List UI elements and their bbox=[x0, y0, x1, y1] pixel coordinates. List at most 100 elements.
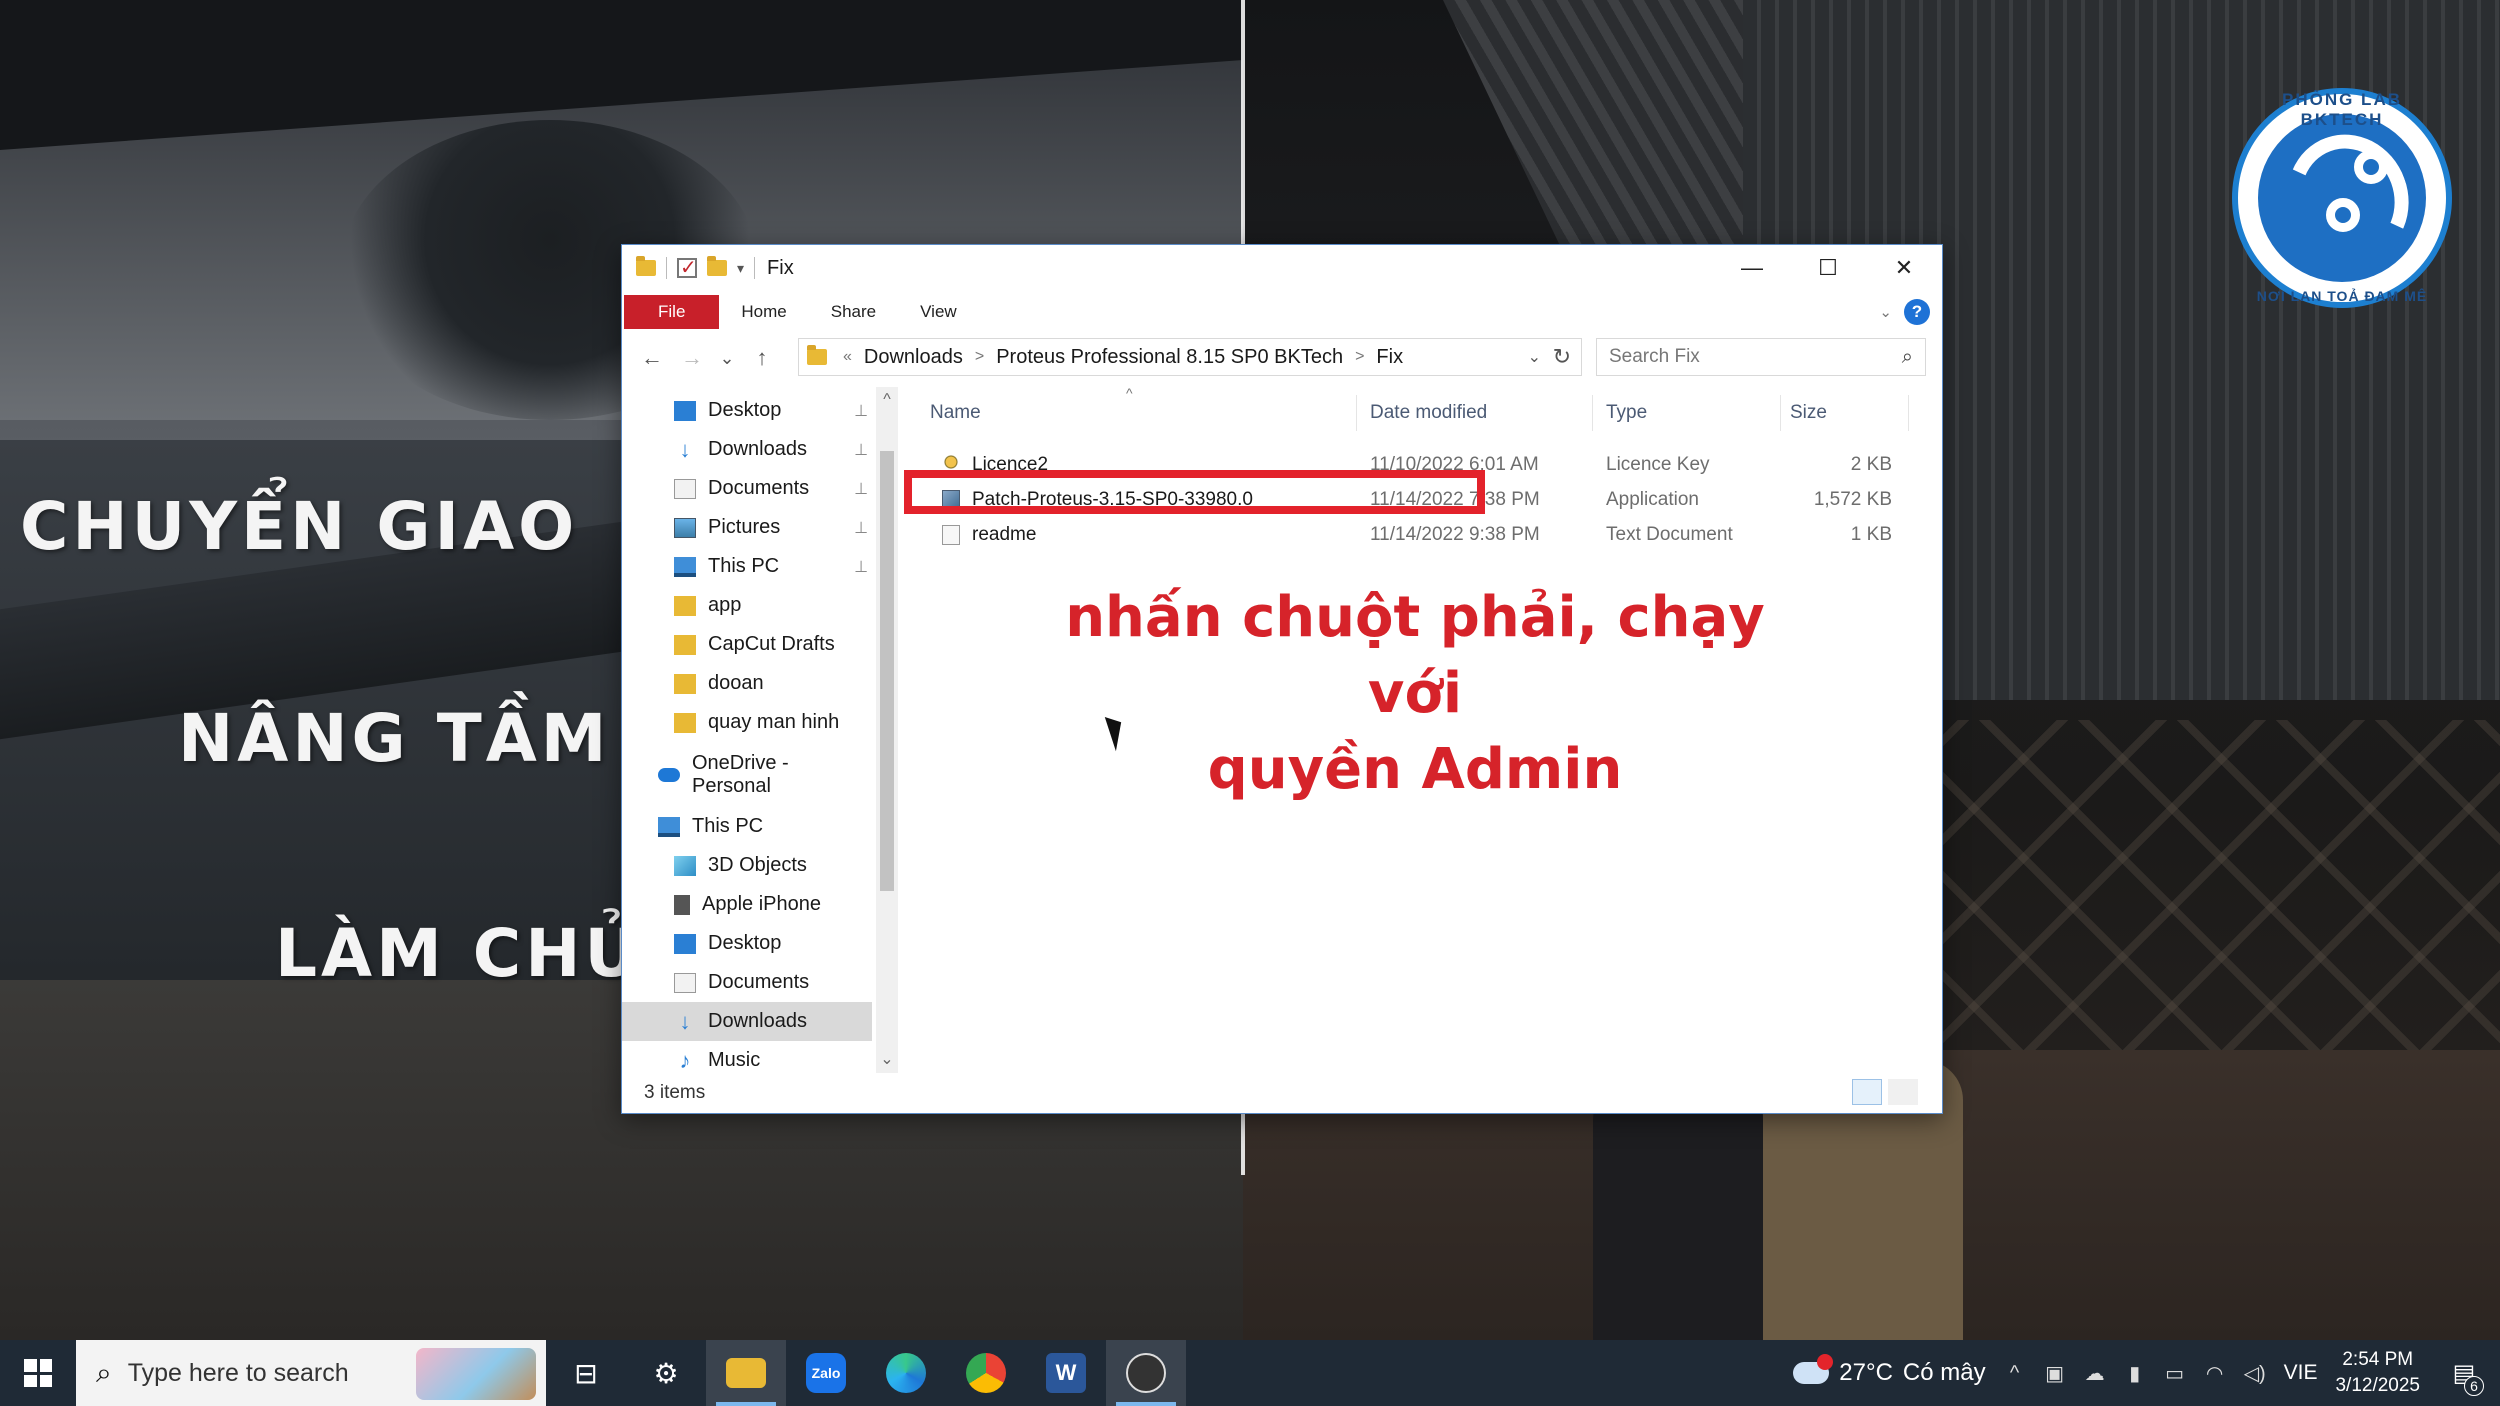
address-overflow[interactable]: « bbox=[843, 348, 852, 366]
annotation-line-2: quyền Admin bbox=[1207, 737, 1623, 802]
forward-button[interactable]: → bbox=[672, 345, 712, 371]
file-row-readme[interactable]: readme 11/14/2022 9:38 PM Text Document … bbox=[898, 517, 1944, 552]
gear-icon: ⚙ bbox=[653, 1357, 679, 1389]
nav-item-label: Pictures bbox=[708, 516, 781, 538]
microphone-icon[interactable]: ▮ bbox=[2124, 1361, 2146, 1386]
status-bar: 3 items bbox=[622, 1073, 1942, 1113]
new-folder-icon[interactable] bbox=[707, 256, 727, 276]
downloads-icon: ↓ bbox=[679, 436, 691, 462]
clock[interactable]: 2:54 PM 3/12/2025 bbox=[2335, 1347, 2420, 1399]
battery-icon[interactable]: ▭ bbox=[2164, 1361, 2186, 1386]
scroll-thumb[interactable] bbox=[880, 451, 894, 891]
file-explorer-taskbar-button[interactable] bbox=[706, 1340, 786, 1406]
column-size[interactable]: Size bbox=[1790, 393, 1827, 433]
file-type: Application bbox=[1606, 488, 1699, 510]
onedrive-tray-icon[interactable]: ☁ bbox=[2084, 1361, 2106, 1386]
nav-item-desktop[interactable]: Desktop ⊥ bbox=[622, 391, 872, 430]
folder-icon bbox=[636, 256, 656, 276]
details-view-button[interactable] bbox=[1852, 1079, 1882, 1105]
task-view-button[interactable]: ⊟ bbox=[546, 1340, 626, 1406]
nav-item-downloads[interactable]: ↓ Downloads bbox=[622, 1002, 872, 1041]
breadcrumb-separator[interactable]: > bbox=[1355, 348, 1364, 366]
breadcrumb-downloads[interactable]: Downloads bbox=[864, 346, 963, 369]
scroll-down-icon[interactable]: ⌄ bbox=[876, 1049, 898, 1069]
clock-date: 3/12/2025 bbox=[2335, 1375, 2420, 1396]
tab-share[interactable]: Share bbox=[809, 295, 898, 329]
column-date-modified[interactable]: Date modified bbox=[1370, 393, 1487, 433]
nav-item-pictures[interactable]: Pictures ⊥ bbox=[622, 508, 872, 547]
notifications-button[interactable]: ▤ 6 bbox=[2438, 1340, 2490, 1406]
taskbar-search-box[interactable]: ⌕ Type here to search bbox=[76, 1340, 546, 1406]
folder-icon bbox=[674, 595, 696, 616]
nav-item-documents[interactable]: Documents bbox=[622, 963, 872, 1002]
title-bar[interactable]: ▾ Fix — ☐ ✕ bbox=[622, 245, 1942, 291]
start-button[interactable] bbox=[0, 1340, 76, 1406]
tab-home[interactable]: Home bbox=[719, 295, 808, 329]
nav-item-capcut-drafts[interactable]: CapCut Drafts bbox=[622, 625, 872, 664]
nav-item-dooan[interactable]: dooan bbox=[622, 664, 872, 703]
properties-icon[interactable] bbox=[677, 255, 697, 280]
edge-icon bbox=[886, 1353, 926, 1393]
nav-item-this-pc[interactable]: This PC bbox=[622, 807, 872, 846]
minimize-button[interactable]: — bbox=[1714, 245, 1790, 291]
this-pc-icon bbox=[674, 556, 696, 577]
up-button[interactable]: ↑ bbox=[742, 345, 782, 371]
column-name[interactable]: Name bbox=[930, 393, 981, 433]
weather-widget[interactable]: 27°C Có mây bbox=[1793, 1354, 1986, 1387]
settings-button[interactable]: ⚙ bbox=[626, 1340, 706, 1406]
edge-taskbar-button[interactable] bbox=[866, 1340, 946, 1406]
refresh-icon[interactable]: ↻ bbox=[1553, 344, 1571, 370]
nav-pane-scrollbar[interactable]: ^ ⌄ bbox=[876, 387, 898, 1073]
chrome-icon bbox=[966, 1353, 1006, 1393]
nav-item-documents[interactable]: Documents ⊥ bbox=[622, 469, 872, 508]
nav-item-quay-man-hinh[interactable]: quay man hinh bbox=[622, 703, 872, 742]
pictures-icon bbox=[674, 517, 696, 538]
recent-locations-button[interactable]: ⌄ bbox=[712, 348, 742, 369]
word-taskbar-button[interactable]: W bbox=[1026, 1340, 1106, 1406]
quick-access-dropdown-icon[interactable]: ▾ bbox=[737, 260, 744, 277]
show-hidden-icons-icon[interactable]: ^ bbox=[2004, 1362, 2026, 1385]
file-size: 1 KB bbox=[1850, 523, 1892, 545]
wifi-icon[interactable]: ◠ bbox=[2204, 1361, 2226, 1386]
column-type[interactable]: Type bbox=[1606, 393, 1647, 433]
volume-icon[interactable]: ◁) bbox=[2244, 1361, 2266, 1386]
nav-item-apple-iphone[interactable]: Apple iPhone bbox=[622, 885, 872, 924]
nav-item-this-pc[interactable]: This PC ⊥ bbox=[622, 547, 872, 586]
desktop-icon bbox=[674, 933, 696, 954]
close-button[interactable]: ✕ bbox=[1866, 245, 1942, 291]
address-dropdown-icon[interactable]: ⌄ bbox=[1528, 347, 1541, 367]
maximize-button[interactable]: ☐ bbox=[1790, 245, 1866, 291]
nav-item-onedrive-personal[interactable]: OneDrive - Personal bbox=[622, 752, 872, 797]
large-icons-view-button[interactable] bbox=[1888, 1079, 1918, 1105]
nav-item-label: quay man hinh bbox=[708, 711, 840, 733]
overlay-text-3: LÀM CHỦ bbox=[275, 915, 643, 992]
overlay-text-1: CHUYỂN GIAO bbox=[20, 488, 579, 565]
file-type: Text Document bbox=[1606, 523, 1733, 545]
nav-item-label: Downloads bbox=[708, 1010, 807, 1032]
nav-item-3d-objects[interactable]: 3D Objects bbox=[622, 846, 872, 885]
meet-icon[interactable]: ▣ bbox=[2044, 1361, 2066, 1386]
this-pc-icon bbox=[658, 816, 680, 837]
scroll-up-icon[interactable]: ^ bbox=[876, 391, 898, 409]
tab-file[interactable]: File bbox=[624, 295, 720, 329]
help-icon[interactable]: ? bbox=[1904, 299, 1930, 325]
breadcrumb-proteus[interactable]: Proteus Professional 8.15 SP0 BKTech bbox=[996, 346, 1343, 369]
breadcrumb-separator[interactable]: > bbox=[975, 348, 984, 366]
address-bar[interactable]: « Downloads > Proteus Professional 8.15 … bbox=[798, 338, 1582, 376]
chrome-taskbar-button[interactable] bbox=[946, 1340, 1026, 1406]
language-indicator[interactable]: VIE bbox=[2284, 1361, 2318, 1385]
folder-icon bbox=[674, 712, 696, 733]
item-count: 3 items bbox=[644, 1082, 706, 1103]
nav-item-desktop[interactable]: Desktop bbox=[622, 924, 872, 963]
search-highlight-art[interactable] bbox=[416, 1348, 536, 1400]
breadcrumb-fix[interactable]: Fix bbox=[1376, 346, 1403, 369]
expand-ribbon-icon[interactable]: ⌄ bbox=[1879, 303, 1892, 321]
iphone-icon bbox=[674, 894, 690, 915]
nav-item-app[interactable]: app bbox=[622, 586, 872, 625]
back-button[interactable]: ← bbox=[632, 345, 672, 371]
tab-view[interactable]: View bbox=[898, 295, 979, 329]
nav-item-downloads[interactable]: ↓ Downloads ⊥ bbox=[622, 430, 872, 469]
zalo-taskbar-button[interactable]: Zalo bbox=[786, 1340, 866, 1406]
search-input[interactable]: Search Fix ⌕ bbox=[1596, 338, 1926, 376]
obs-taskbar-button[interactable] bbox=[1106, 1340, 1186, 1406]
